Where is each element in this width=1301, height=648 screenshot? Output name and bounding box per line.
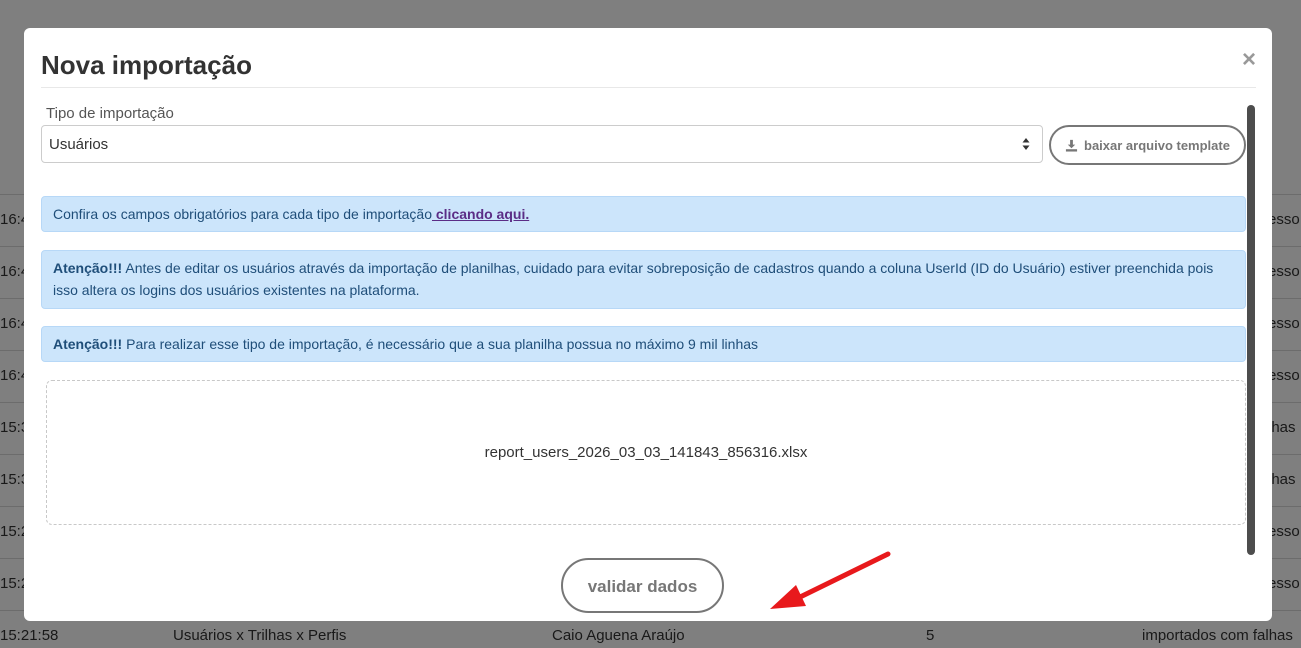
modal-scrollbar[interactable] (1247, 105, 1255, 555)
click-here-link[interactable]: clicando aqui. (432, 206, 529, 222)
alert-heading: Atenção!!! (53, 260, 123, 276)
file-dropzone[interactable]: report_users_2026_03_03_141843_856316.xl… (46, 380, 1246, 525)
alert-text: Antes de editar os usuários através da i… (53, 260, 1214, 298)
warning-alert-max-rows: Atenção!!! Para realizar esse tipo de im… (41, 326, 1246, 362)
download-template-label: baixar arquivo template (1084, 137, 1230, 153)
alert-heading: Atenção!!! (53, 336, 123, 352)
download-template-button[interactable]: baixar arquivo template (1049, 125, 1246, 165)
validate-data-button[interactable]: validar dados (561, 558, 724, 613)
import-type-select[interactable]: Usuários (41, 125, 1043, 163)
close-icon[interactable]: × (1242, 46, 1256, 74)
download-icon (1065, 139, 1078, 152)
file-name: report_users_2026_03_03_141843_856316.xl… (484, 444, 808, 461)
warning-alert-userid: Atenção!!! Antes de editar os usuários a… (41, 250, 1246, 309)
annotation-arrow-icon (770, 551, 891, 609)
import-type-label: Tipo de importação (46, 105, 174, 122)
title-divider (41, 87, 1256, 88)
import-modal: Nova importação × Tipo de importação Usu… (24, 28, 1272, 621)
alert-text: Para realizar esse tipo de importação, é… (122, 336, 759, 352)
info-alert-required-fields: Confira os campos obrigatórios para cada… (41, 196, 1246, 232)
import-type-value: Usuários (49, 136, 109, 153)
sort-arrows-icon (1022, 138, 1030, 150)
alert-text: Confira os campos obrigatórios para cada… (53, 206, 432, 222)
modal-title: Nova importação (41, 50, 252, 80)
